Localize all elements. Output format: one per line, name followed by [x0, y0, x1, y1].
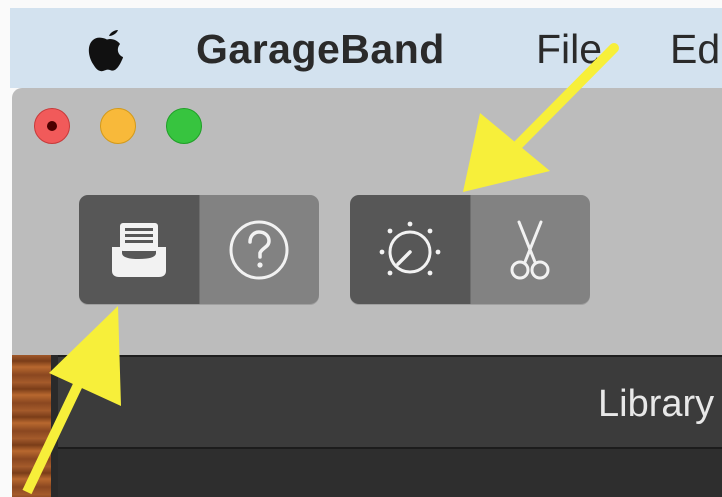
library-panel-header: Library — [58, 355, 722, 447]
smart-controls-button[interactable] — [350, 195, 470, 304]
editors-button[interactable] — [469, 195, 590, 304]
library-tray-icon — [111, 222, 166, 277]
smart-controls-editors-segment — [350, 195, 590, 304]
menu-edit[interactable]: Edi — [670, 26, 722, 73]
apple-logo-icon[interactable] — [76, 22, 136, 74]
garageband-window: Library — [12, 88, 722, 497]
help-question-icon — [229, 220, 289, 279]
smart-controls-knob-icon — [379, 221, 441, 275]
menu-app-name[interactable]: GarageBand — [196, 26, 445, 73]
menu-bar: GarageBand File Edi — [10, 8, 722, 88]
zoom-window-button[interactable] — [166, 108, 202, 144]
minimize-window-button[interactable] — [100, 108, 136, 144]
close-window-button[interactable] — [34, 108, 70, 144]
help-button[interactable] — [198, 195, 319, 304]
wood-side-panel — [12, 355, 51, 497]
menu-file[interactable]: File — [536, 26, 602, 73]
library-title: Library — [598, 383, 715, 425]
library-panel-body — [58, 447, 722, 497]
library-help-segment — [79, 195, 319, 304]
main-content: Library — [12, 355, 722, 497]
editors-scissors-icon — [510, 220, 550, 279]
library-button[interactable] — [79, 195, 199, 304]
